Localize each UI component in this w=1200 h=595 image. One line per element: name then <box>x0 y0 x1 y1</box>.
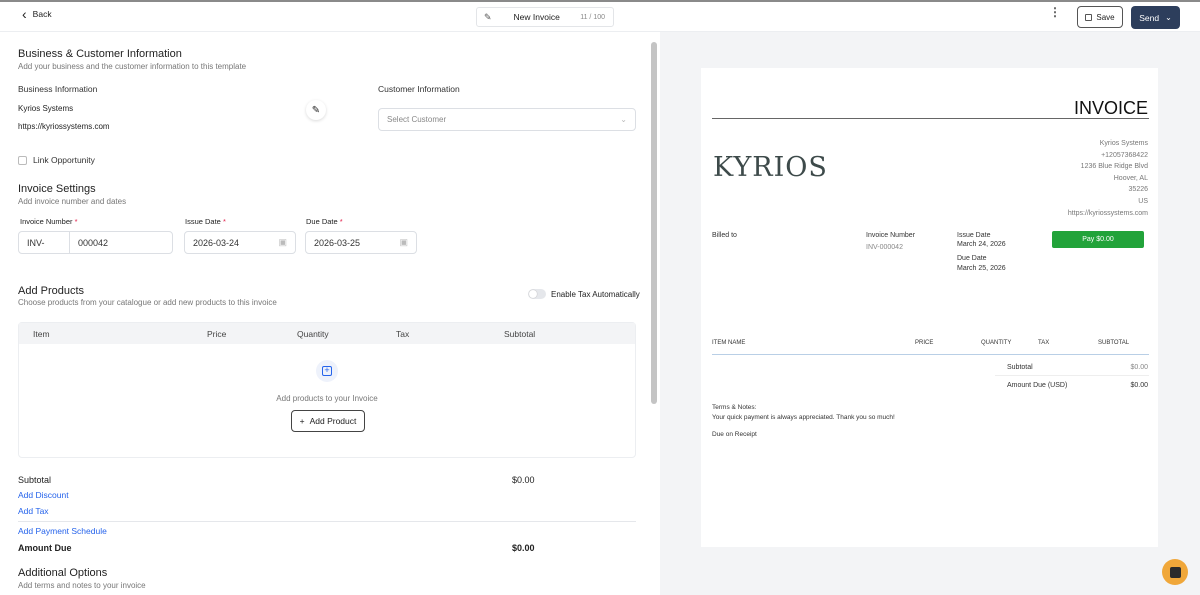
calendar-icon: ▣ <box>278 237 287 247</box>
calendar-icon: ▣ <box>399 237 408 247</box>
section-subtitle: Add your business and the customer infor… <box>18 62 247 71</box>
column-header: QUANTITY <box>981 340 1012 346</box>
terms-text: Your quick payment is always appreciated… <box>712 414 895 421</box>
business-info-label: Business Information <box>18 84 98 94</box>
add-product-button[interactable]: + Add Product <box>291 410 365 432</box>
floppy-disk-icon <box>1085 13 1093 21</box>
section-subtitle: Add terms and notes to your invoice <box>18 581 146 590</box>
chevron-down-icon: ⌄ <box>620 115 627 124</box>
column-header: ITEM NAME <box>712 340 746 346</box>
amount-due-value: $0.00 <box>512 543 535 553</box>
subtotal-label: Subtotal <box>1007 364 1033 371</box>
plus-icon: + <box>299 416 305 426</box>
subtotal-value: $0.00 <box>512 475 535 485</box>
amount-due-value: $0.00 <box>1130 382 1148 389</box>
add-item-icon: + <box>316 360 338 382</box>
due-terms: Due on Receipt <box>712 431 757 438</box>
pay-button[interactable]: Pay $0.00 <box>1052 231 1144 248</box>
section-title: Additional Options <box>18 567 108 579</box>
section-title: Business & Customer Information <box>18 48 182 60</box>
invoice-number-value: INV-000042 <box>866 244 903 251</box>
due-date-label: Due Date * <box>306 217 343 226</box>
section-subtitle: Add invoice number and dates <box>18 197 127 206</box>
products-table: Item Price Quantity Tax Subtotal + Add p… <box>18 322 636 458</box>
amount-due-label: Amount Due (USD) <box>1007 382 1068 389</box>
select-customer-dropdown[interactable]: Select Customer ⌄ <box>378 108 636 131</box>
invoice-editor: Business & Customer Information Add your… <box>0 32 660 595</box>
invoice-number-label: Invoice Number <box>866 232 916 239</box>
invoice-heading: INVOICE <box>1073 98 1148 118</box>
issue-date-label: Issue Date * <box>185 217 226 226</box>
add-discount-link[interactable]: Add Discount <box>18 490 69 500</box>
chat-button[interactable] <box>1162 559 1188 585</box>
enable-tax-toggle[interactable]: Enable Tax Automatically <box>528 289 640 299</box>
divider <box>995 375 1149 376</box>
due-date-label: Due Date <box>957 255 987 262</box>
add-payment-schedule-link[interactable]: Add Payment Schedule <box>18 526 107 536</box>
chevron-down-icon: ⌄ <box>1165 13 1172 22</box>
subtotal-value: $0.00 <box>1130 364 1148 371</box>
toggle-switch[interactable] <box>528 289 546 299</box>
subtotal-label: Subtotal <box>18 475 52 485</box>
link-opportunity-checkbox[interactable]: Link Opportunity <box>18 155 95 165</box>
business-name: Kyrios Systems <box>18 104 74 113</box>
pencil-icon: ✎ <box>311 104 321 116</box>
due-date-value: March 25, 2026 <box>957 265 1006 272</box>
invoice-preview-pane: INVOICE KYRIOS Kyrios Systems +1205736842… <box>660 32 1200 595</box>
billed-to-label: Billed to <box>712 232 737 239</box>
divider <box>712 118 1149 119</box>
section-title: Add Products <box>18 285 85 297</box>
send-button[interactable]: Send ⌄ <box>1131 6 1180 29</box>
issue-date-input[interactable]: 2026-03-24 ▣ <box>184 231 296 254</box>
section-subtitle: Choose products from your catalogue or a… <box>18 298 277 307</box>
table-header: Item Price Quantity Tax Subtotal <box>19 323 635 344</box>
chevron-left-icon: ‹ <box>22 6 27 22</box>
divider <box>18 521 636 522</box>
column-header: PRICE <box>915 340 934 346</box>
terms-label: Terms & Notes: <box>712 404 757 411</box>
pencil-icon: ✎ <box>484 11 492 22</box>
company-address: Kyrios Systems +12057368422 1236 Blue Ridg… <box>1067 140 1148 217</box>
invoice-number-label: Invoice Number * <box>20 217 78 226</box>
column-header: TAX <box>1038 340 1050 346</box>
customer-info-label: Customer Information <box>378 84 460 94</box>
invoice-preview: INVOICE KYRIOS Kyrios Systems +1205736842… <box>701 68 1158 547</box>
issue-date-label: Issue Date <box>957 232 991 239</box>
column-header: SUBTOTAL <box>1098 340 1130 346</box>
more-options-icon[interactable]: ⋮ <box>1049 6 1061 18</box>
section-title: Invoice Settings <box>18 183 96 195</box>
save-button[interactable]: Save <box>1077 6 1123 28</box>
divider <box>712 354 1149 355</box>
chat-icon <box>1169 566 1181 578</box>
add-tax-link[interactable]: Add Tax <box>18 506 49 516</box>
scrollbar-thumb[interactable] <box>651 42 657 404</box>
due-date-input[interactable]: 2026-03-25 ▣ <box>305 231 417 254</box>
top-bar: ‹ Back ✎ New Invoice 11 / 100 ⋮ Save Sen… <box>0 0 1200 32</box>
empty-products-text: Add products to your Invoice <box>276 394 378 403</box>
issue-date-value: March 24, 2026 <box>957 241 1006 248</box>
invoice-prefix: INV- <box>18 231 70 254</box>
amount-due-label: Amount Due <box>18 543 72 553</box>
back-button[interactable]: ‹ Back <box>22 6 52 22</box>
company-logo: KYRIOS <box>713 152 828 183</box>
checkbox[interactable] <box>18 155 27 165</box>
business-url: https://kyriossystems.com <box>18 122 110 131</box>
invoice-title-input[interactable]: ✎ New Invoice 11 / 100 <box>476 7 614 27</box>
edit-business-button[interactable]: ✎ <box>306 100 326 120</box>
invoice-number-input[interactable]: 000042 <box>69 231 173 254</box>
